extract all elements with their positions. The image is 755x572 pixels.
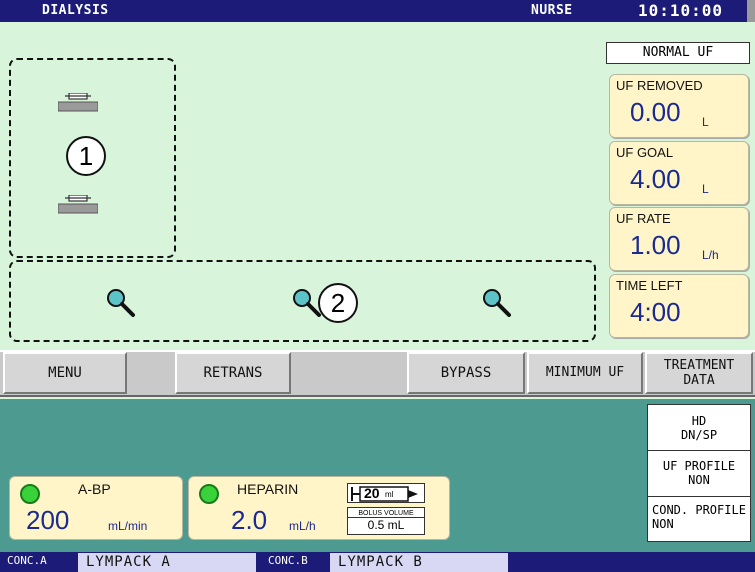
profile-panel: HD DN/SP UF PROFILE NON COND. PROFILE NO… <box>647 404 751 542</box>
heparin-unit: mL/h <box>289 519 316 533</box>
treatment-data-line1: TREATMENT <box>663 358 735 373</box>
uf-profile-line2: NON <box>688 473 710 487</box>
treatment-data-line2: DATA <box>683 373 715 388</box>
uf-goal-value: 4.00 <box>630 164 681 194</box>
callout-two: 2 <box>318 283 358 323</box>
abp-label: A-BP <box>78 481 111 497</box>
conc-b-tag: CONC.B <box>268 554 308 567</box>
user-label: NURSE <box>531 3 573 18</box>
uf-removed-label: UF REMOVED <box>616 78 703 93</box>
cond-profile-line2: NON <box>652 517 674 531</box>
time-left-label: TIME LEFT <box>616 278 683 293</box>
uf-removed-value: 0.00 <box>630 97 681 127</box>
bolus-volume-label: BOLUS VOLUME <box>348 510 424 518</box>
cond-profile-cell[interactable]: COND. PROFILE NON <box>648 497 750 541</box>
conc-a-tag: CONC.A <box>7 554 47 567</box>
clamp-icon-lower[interactable] <box>57 194 99 215</box>
cond-profile-line1: COND. PROFILE <box>652 503 746 517</box>
uf-rate-unit: L/h <box>702 248 719 262</box>
uf-profile-line1: UF PROFILE <box>662 459 736 473</box>
bypass-button[interactable]: BYPASS <box>407 352 525 394</box>
callout-one: 1 <box>66 136 106 176</box>
abp-status-led <box>20 484 40 504</box>
treatment-data-button[interactable]: TREATMENT DATA <box>645 352 753 394</box>
time-left-value: 4:00 <box>630 297 681 327</box>
menu-button[interactable]: MENU <box>3 352 127 394</box>
heparin-label: HEPARIN <box>237 481 299 497</box>
uf-goal-label: UF GOAL <box>616 145 674 160</box>
hd-mode-cell[interactable]: HD DN/SP <box>648 407 750 451</box>
hd-mode-line2: DN/SP <box>680 428 718 442</box>
conc-b-name[interactable]: LYMPACK B <box>330 553 508 572</box>
top-status-bar: DIALYSIS NURSE 10:10:00 <box>0 0 755 22</box>
uf-removed-panel[interactable]: UF REMOVED 0.00 L <box>609 74 749 138</box>
heparin-value: 2.0 <box>231 505 268 535</box>
uf-rate-label: UF RATE <box>616 211 671 226</box>
mode-label: DIALYSIS <box>42 3 109 18</box>
time-left-panel[interactable]: TIME LEFT 4:00 <box>609 274 749 338</box>
uf-goal-panel[interactable]: UF GOAL 4.00 L <box>609 141 749 205</box>
uf-goal-unit: L <box>702 182 709 196</box>
minimum-uf-button[interactable]: MINIMUM UF <box>527 352 643 394</box>
syringe-icon: 20 ml <box>347 483 425 503</box>
syringe-unit: ml <box>385 490 394 499</box>
top-scroll-indicator <box>747 0 755 22</box>
heparin-status-led <box>199 484 219 504</box>
hd-mode-line1: HD <box>691 414 707 428</box>
bolus-volume-box[interactable]: BOLUS VOLUME 0.5 mL <box>347 507 425 535</box>
uf-removed-unit: L <box>702 115 709 129</box>
uf-rate-value: 1.00 <box>630 230 681 260</box>
dialysis-screen: DIALYSIS NURSE 10:10:00 1 2 NORMAL UF UF… <box>0 0 755 572</box>
magnifier-icon-left[interactable] <box>104 286 136 318</box>
uf-mode-indicator[interactable]: NORMAL UF <box>606 42 750 64</box>
bolus-volume-value: 0.5 mL <box>367 518 405 532</box>
conc-a-name[interactable]: LYMPACK A <box>78 553 256 572</box>
uf-rate-panel[interactable]: UF RATE 1.00 L/h <box>609 207 749 271</box>
clamp-icon-upper[interactable] <box>57 92 99 113</box>
clock: 10:10:00 <box>638 1 724 20</box>
abp-card[interactable]: A-BP 200 mL/min <box>9 476 183 540</box>
abp-unit: mL/min <box>108 519 148 533</box>
uf-profile-cell[interactable]: UF PROFILE NON <box>648 451 750 497</box>
heparin-card[interactable]: HEPARIN 2.0 mL/h 20 ml BOLUS VOLUME 0.5 … <box>188 476 450 540</box>
magnifier-icon-right[interactable] <box>480 286 512 318</box>
retrans-button[interactable]: RETRANS <box>175 352 291 394</box>
abp-value: 200 <box>26 505 70 535</box>
syringe-volume: 20 <box>364 485 380 501</box>
